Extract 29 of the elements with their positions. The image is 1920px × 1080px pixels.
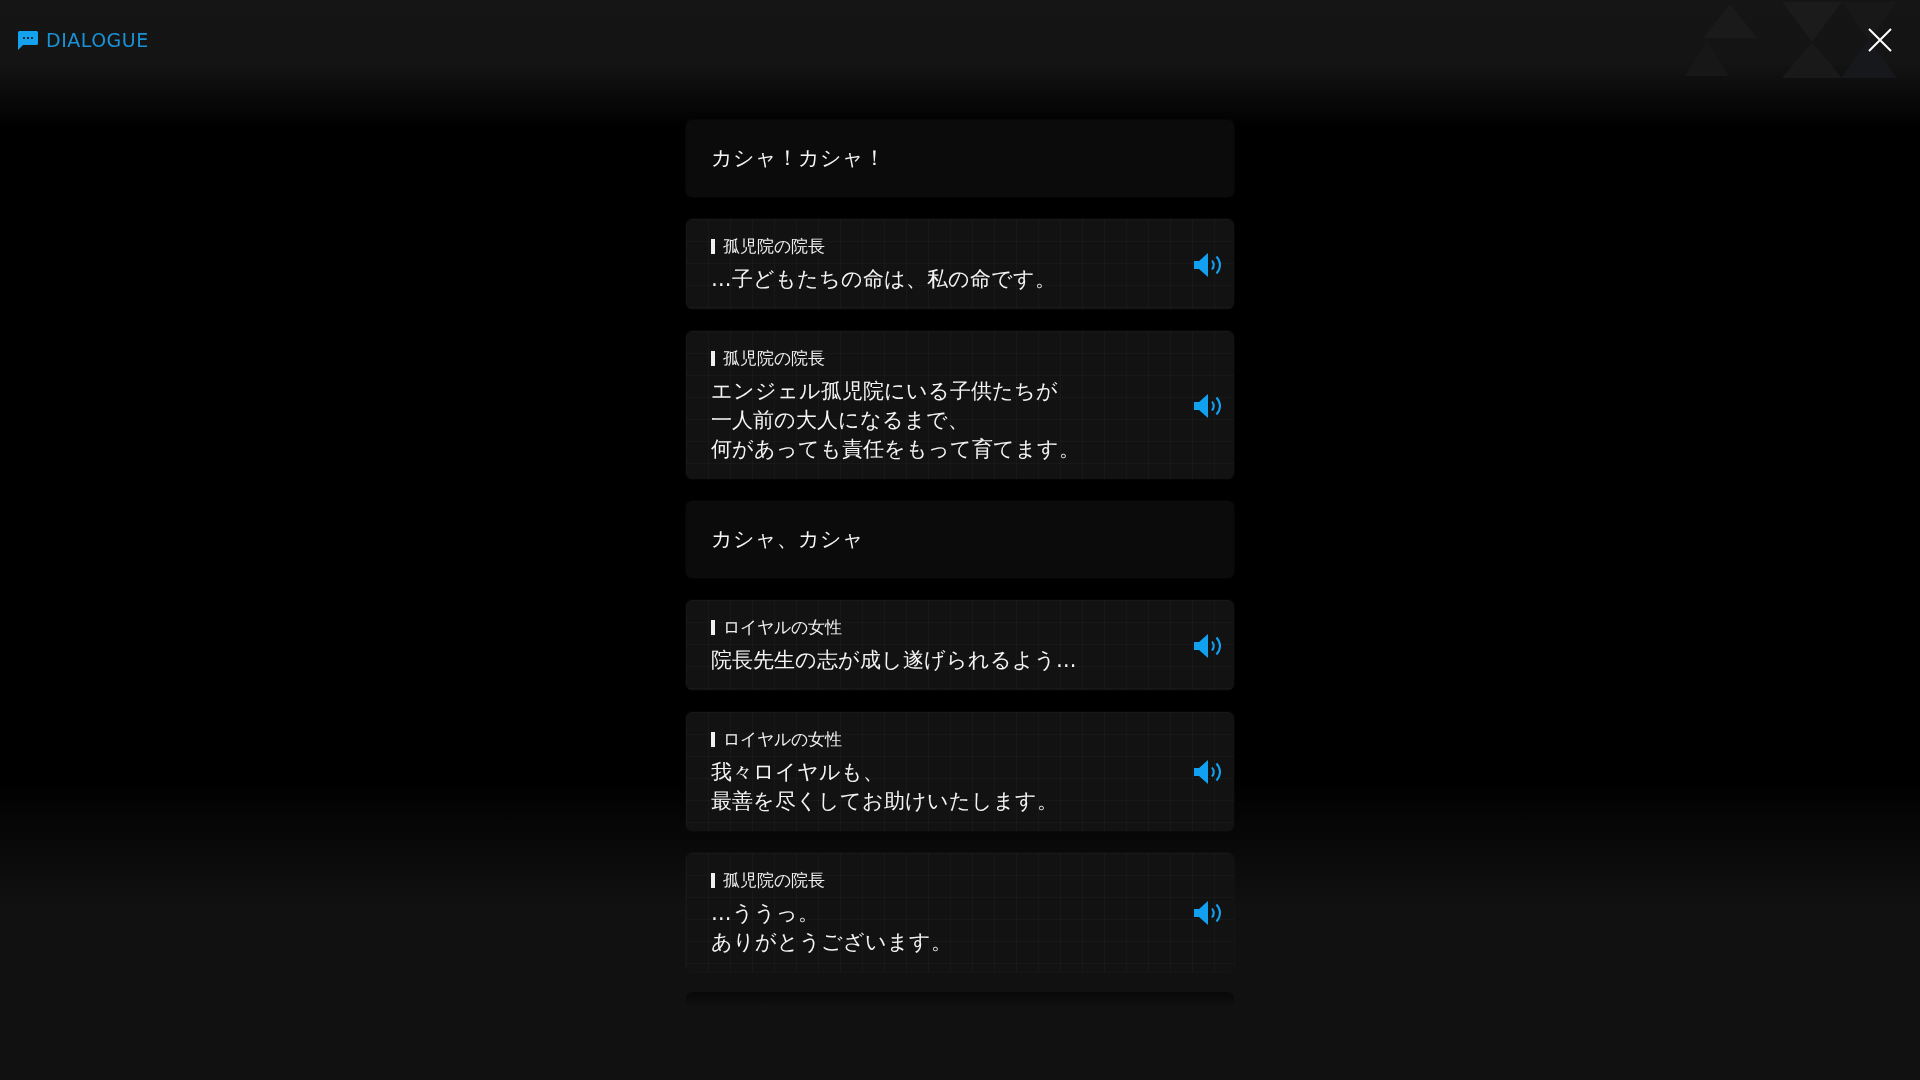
speaker-name: 孤児院の院長 xyxy=(723,347,825,369)
speaker-name: 孤児院の院長 xyxy=(723,869,825,891)
dialogue-text: 最善を尽くしてお助けいたします。 xyxy=(711,788,1058,815)
dialogue-text: …子どもたちの命は、私の命です。 xyxy=(711,266,1056,293)
bar-icon xyxy=(711,350,715,366)
dialogue-text: …ううっ。 xyxy=(711,900,819,927)
dialogue-text: エンジェル孤児院にいる子供たちが xyxy=(711,378,1058,405)
speaker-icon[interactable] xyxy=(1194,633,1224,658)
speaker-icon[interactable] xyxy=(1194,252,1224,277)
dialogue-text: 我々ロイヤルも、 xyxy=(711,759,884,786)
speaker-icon[interactable] xyxy=(1194,901,1224,925)
speaker-icon[interactable] xyxy=(1194,393,1224,418)
speaker-name: 孤児院の院長 xyxy=(723,235,825,257)
speaker-name: ロイヤルの女性 xyxy=(723,728,842,750)
bar-icon xyxy=(711,238,715,254)
narration-text: カシャ！カシャ！ xyxy=(711,145,885,172)
close-icon[interactable] xyxy=(1868,28,1892,52)
dialogue-text: ありがとうございます。 xyxy=(711,929,952,956)
speaker-icon[interactable] xyxy=(1194,760,1224,784)
speaker-name: ロイヤルの女性 xyxy=(723,616,842,638)
bar-icon xyxy=(711,731,715,747)
dialogue-text: 何があっても責任をもって育てます。 xyxy=(711,436,1080,463)
bar-icon xyxy=(711,872,715,888)
bar-icon xyxy=(711,619,715,635)
chat-icon xyxy=(18,30,38,50)
narration-text: カシャ、カシャ xyxy=(711,526,864,553)
dialogue-text: 一人前の大人になるまで、 xyxy=(711,407,969,434)
panel-title: DIALOGUE xyxy=(46,30,149,50)
dialogue-text: 院長先生の志が成し遂げられるよう… xyxy=(711,647,1077,674)
